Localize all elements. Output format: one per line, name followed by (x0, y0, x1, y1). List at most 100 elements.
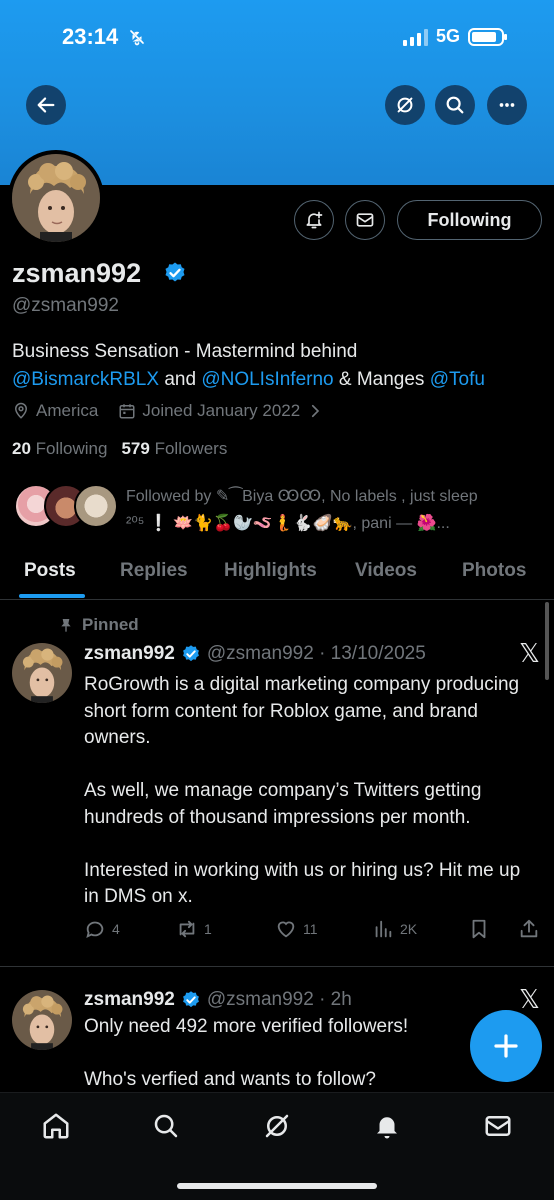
bio-mention-tofu[interactable]: @Tofu (430, 369, 485, 390)
mini-avatar (74, 484, 118, 528)
grok-icon (265, 1114, 289, 1138)
x-logo-icon: 𝕏 (519, 984, 540, 1014)
followed-by-line: ²⁰⁵ ❕ 🪷🐈🍒🦭🪱🧜🐇🦪🐆, pani — 🌺... (126, 515, 450, 532)
tab-highlights[interactable]: Highlights (224, 560, 317, 582)
bio-text-manges: & Manges (338, 369, 425, 390)
home-icon (43, 1113, 69, 1139)
followed-by-text[interactable]: Followed by ✎⁀Biya ꙬꙬ, No labels , just … (126, 483, 536, 537)
compose-post-button[interactable] (470, 1010, 542, 1082)
grok-icon (397, 97, 413, 113)
profile-meta: America Joined January 2022 (12, 401, 324, 421)
heart-icon (277, 921, 295, 938)
profile-location: America (36, 401, 99, 420)
bookmark-icon (472, 919, 486, 939)
followed-by-line: Followed by ✎⁀Biya ꙬꙬ, No labels , just … (126, 488, 478, 505)
more-horizontal-icon (499, 103, 515, 107)
active-tab-indicator (19, 594, 85, 598)
profile-joined: Joined January 2022 (142, 401, 301, 420)
grok-button[interactable] (385, 85, 425, 125)
message-button[interactable] (345, 200, 385, 240)
back-button[interactable] (26, 85, 66, 125)
location-icon (14, 402, 28, 419)
profile-avatar[interactable] (8, 150, 104, 246)
bio-mention-bismarck[interactable]: @BismarckRBLX (12, 369, 159, 390)
network-type: 5G (435, 26, 460, 46)
nav-notifications[interactable] (372, 1111, 402, 1141)
verified-badge-icon (182, 991, 199, 1008)
share-icon (520, 919, 538, 938)
bio-text: Business Sensation - Mastermind behind (12, 341, 358, 362)
post-paragraph: Who's verfied and wants to follow? (84, 1069, 376, 1090)
tab-photos[interactable]: Photos (462, 560, 526, 582)
repost-button[interactable]: 1 (176, 918, 212, 940)
nav-home[interactable] (41, 1111, 71, 1141)
followers-label: Followers (154, 439, 228, 458)
post-actions: 4 1 11 2K (84, 918, 544, 944)
repost-count: 1 (204, 921, 212, 937)
repost-icon (179, 920, 195, 938)
post-avatar[interactable] (12, 643, 72, 703)
reply-count: 4 (112, 921, 120, 937)
calendar-icon (119, 404, 135, 419)
reply-button[interactable]: 4 (84, 918, 120, 940)
like-button[interactable]: 11 (275, 918, 318, 940)
post-body[interactable]: RoGrowth is a digital marketing company … (84, 672, 534, 911)
bell-off-icon (129, 29, 145, 46)
more-button[interactable] (487, 85, 527, 125)
nav-grok[interactable] (262, 1111, 292, 1141)
chevron-right-icon[interactable] (306, 402, 324, 420)
post-paragraph: Only need 492 more verified followers! (84, 1016, 409, 1037)
post-paragraph: As well, we manage company’s Twitters ge… (84, 780, 482, 828)
bio-text-and: and (164, 369, 197, 390)
envelope-icon (356, 213, 374, 227)
battery-icon (468, 27, 507, 46)
verified-badge-icon (182, 645, 199, 662)
avatar-photo (12, 643, 72, 703)
tab-videos[interactable]: Videos (355, 560, 417, 582)
followed-by-avatars[interactable] (14, 484, 118, 528)
messages-icon (485, 1116, 511, 1136)
followers-stat[interactable]: 579 Followers (121, 439, 227, 459)
like-count: 11 (303, 921, 318, 937)
followers-count: 579 (121, 439, 150, 458)
following-button[interactable]: Following (397, 200, 542, 240)
profile-bio: Business Sensation - Mastermind behind @… (12, 338, 542, 394)
post-paragraph: RoGrowth is a digital marketing company … (84, 674, 520, 748)
bio-mention-noli[interactable]: @NOLIsInferno (201, 369, 333, 390)
tab-replies[interactable]: Replies (120, 560, 188, 582)
search-icon (154, 1114, 178, 1138)
views-button[interactable]: 2K (372, 918, 417, 940)
notifications-icon (377, 1117, 397, 1139)
plus-icon (494, 1034, 518, 1058)
following-count: 20 (12, 439, 31, 458)
post-author-name[interactable]: zsman992 (84, 989, 175, 1011)
following-stat[interactable]: 20 Following (12, 439, 107, 459)
follow-stats: 20 Following 579 Followers (12, 439, 227, 459)
nav-messages[interactable] (483, 1111, 513, 1141)
post-header: zsman992 @zsman992 · 2h (84, 989, 352, 1011)
search-icon (446, 96, 464, 114)
status-indicators: 5G (402, 26, 507, 47)
post-header: zsman992 @zsman992 · 13/10/2025 (84, 643, 426, 665)
nav-search[interactable] (151, 1111, 181, 1141)
search-button[interactable] (435, 85, 475, 125)
views-chart-icon (375, 920, 392, 938)
post-author-name[interactable]: zsman992 (84, 643, 175, 665)
post-body[interactable]: Only need 492 more verified followers! W… (84, 1014, 534, 1094)
post-meta: @zsman992 · 13/10/2025 (206, 643, 426, 664)
x-logo-icon: 𝕏 (519, 638, 540, 668)
post-meta: @zsman992 · 2h (206, 989, 352, 1010)
post-paragraph: Interested in working with us or hiring … (84, 859, 521, 908)
signal-icon (402, 28, 428, 46)
post-avatar[interactable] (12, 990, 72, 1050)
bookmark-button[interactable] (468, 918, 490, 940)
scrollbar[interactable] (545, 602, 549, 680)
profile-display-name: zsman992 (12, 258, 142, 288)
tab-posts[interactable]: Posts (24, 560, 76, 582)
share-button[interactable] (518, 918, 540, 940)
arrow-left-icon (37, 97, 55, 113)
status-time: 23:14 (62, 24, 119, 49)
notify-button[interactable] (294, 200, 334, 240)
following-label: Following (35, 439, 108, 458)
profile-tabs: Posts Replies Highlights Videos Photos (0, 548, 554, 600)
